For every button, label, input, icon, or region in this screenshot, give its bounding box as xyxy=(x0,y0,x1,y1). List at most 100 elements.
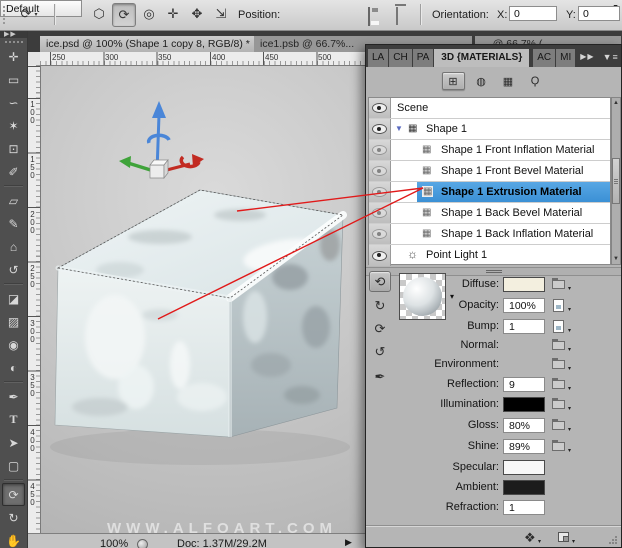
menu-arrow-icon[interactable]: ▾ xyxy=(572,538,575,545)
filter-materials-button[interactable]: ◍ xyxy=(471,73,492,89)
toolbox-grip[interactable] xyxy=(4,41,23,43)
tool-gradient[interactable]: ▨ xyxy=(2,310,25,333)
texture-folder-icon[interactable] xyxy=(552,440,565,451)
texture-menu-arrow-icon[interactable]: ▾ xyxy=(568,327,571,334)
orientation-x-input[interactable] xyxy=(509,6,557,21)
tab-paths[interactable]: PA xyxy=(412,49,434,67)
visibility-eye-icon[interactable] xyxy=(372,208,387,218)
scene-row-scene[interactable]: Scene xyxy=(369,98,610,119)
return-to-initial-button[interactable]: ⬡ xyxy=(88,3,110,25)
tool-lasso[interactable]: ∽ xyxy=(2,91,25,114)
filter-lights-button[interactable]: Ϙ xyxy=(525,73,546,89)
adobe-drive-icon[interactable] xyxy=(137,539,148,548)
texture-folder-icon[interactable] xyxy=(552,378,565,389)
panel-menu-icon[interactable]: ▼≡ xyxy=(599,52,622,67)
new-item-icon[interactable] xyxy=(558,532,569,542)
tab-mini-bridge[interactable]: MI xyxy=(556,49,576,67)
tool-move[interactable]: ✛ xyxy=(2,45,25,68)
texture-file-icon[interactable] xyxy=(553,299,564,312)
expander-icon[interactable]: ▼ xyxy=(395,124,403,133)
tool-pen[interactable]: ✒ xyxy=(2,385,25,408)
visibility-eye-icon[interactable] xyxy=(372,124,387,134)
tool-history-brush[interactable]: ↺ xyxy=(2,258,25,281)
texture-menu-arrow-icon[interactable]: ▾ xyxy=(568,385,571,392)
texture-folder-icon[interactable] xyxy=(552,398,565,409)
3d-axis-widget[interactable] xyxy=(119,101,204,179)
tool-crop[interactable]: ⊡ xyxy=(2,137,25,160)
texture-menu-arr-icon[interactable]: ▾ xyxy=(568,405,571,412)
delete-position-button[interactable] xyxy=(396,7,398,25)
status-flyout-icon[interactable]: ▶ xyxy=(345,537,352,548)
texture-folder-icon[interactable] xyxy=(552,339,565,350)
tool-hand[interactable]: ✋ xyxy=(2,529,25,548)
illumination-color-swatch[interactable] xyxy=(503,397,545,412)
tool-clone-stamp[interactable]: ⌂ xyxy=(2,235,25,258)
tool-blur[interactable]: ◉ xyxy=(2,333,25,356)
scene-row-point-light-1[interactable]: ☼ Point Light 1 xyxy=(369,245,610,266)
tool-path-select[interactable]: ➤ xyxy=(2,431,25,454)
tool-magic-wand[interactable]: ✶ xyxy=(2,114,25,137)
texture-folder-icon[interactable] xyxy=(552,358,565,369)
orientation-y-input[interactable] xyxy=(578,6,620,21)
tool-dodge[interactable]: ◐ xyxy=(2,356,25,379)
visibility-eye-icon[interactable] xyxy=(372,250,387,261)
toolbox-collapse-button[interactable]: ▶▶ xyxy=(0,30,27,38)
visibility-eye-icon[interactable] xyxy=(372,187,387,197)
tab-actions[interactable]: AC xyxy=(533,49,556,67)
texture-menu-arrow-icon[interactable]: ▾ xyxy=(568,365,571,372)
vertical-ruler[interactable]: 100 150 200 250 300 350 400 450 500 xyxy=(27,65,41,533)
scene-scrollbar[interactable]: ▲ ▼ xyxy=(611,97,621,265)
scene-row-front-inflation-material[interactable]: ▦ Shape 1 Front Inflation Material xyxy=(369,140,610,161)
tool-shape[interactable]: ▢ xyxy=(2,454,25,477)
tool-eyedropper[interactable]: ✐ xyxy=(2,160,25,183)
roll-3d-object-button[interactable]: ◎ xyxy=(138,3,160,25)
panel-resize-grip[interactable] xyxy=(609,535,618,544)
visibility-eye-icon[interactable] xyxy=(372,103,387,113)
scroll-down-icon[interactable]: ▼ xyxy=(612,256,620,262)
visibility-eye-icon[interactable] xyxy=(372,229,387,239)
shine-input[interactable] xyxy=(503,439,545,454)
scene-row-back-bevel-material[interactable]: ▦ Shape 1 Back Bevel Material xyxy=(369,203,610,224)
scene-row-extrusion-material[interactable]: ▦ Shape 1 Extrusion Material xyxy=(369,182,610,203)
filter-meshes-button[interactable]: ▦ xyxy=(498,73,519,89)
save-position-button[interactable] xyxy=(368,7,370,26)
tab-channels[interactable]: CH xyxy=(389,49,412,67)
texture-menu-arrow-icon[interactable]: ▾ xyxy=(568,346,571,353)
texture-folder-icon[interactable] xyxy=(552,278,565,289)
ambient-color-swatch[interactable] xyxy=(503,480,545,495)
bump-input[interactable] xyxy=(503,319,545,334)
scene-row-front-bevel-material[interactable]: ▦ Shape 1 Front Bevel Material xyxy=(369,161,610,182)
tab-3d-materials[interactable]: 3D {MATERIALS} xyxy=(434,49,530,67)
filter-whole-scene-button[interactable]: ⊞ xyxy=(441,72,465,90)
tool-eraser[interactable]: ◪ xyxy=(2,287,25,310)
scale-3d-object-button[interactable]: ⇲ xyxy=(210,3,232,25)
scroll-up-icon[interactable]: ▲ xyxy=(612,100,620,106)
visibility-eye-icon[interactable] xyxy=(372,166,387,176)
texture-folder-icon[interactable] xyxy=(552,419,565,430)
opacity-input[interactable] xyxy=(503,298,545,313)
texture-menu-arrow-icon[interactable]: ▾ xyxy=(568,306,571,313)
refraction-input[interactable] xyxy=(503,500,545,515)
scene-row-back-inflation-material[interactable]: ▦ Shape 1 Back Inflation Material xyxy=(369,224,610,245)
tool-marquee[interactable]: ▭ xyxy=(2,68,25,91)
tool-preset-button[interactable]: ⟳ ▾ xyxy=(14,3,44,25)
tool-3d-orbit[interactable]: ↻ xyxy=(2,506,25,529)
rotate-3d-object-button[interactable]: ⟳ xyxy=(112,3,136,27)
ruler-corner[interactable] xyxy=(27,52,41,66)
tab-ice-psd[interactable]: ice.psd @ 100% (Shape 1 copy 8, RGB/8) *… xyxy=(40,36,276,52)
scroll-thumb[interactable] xyxy=(612,158,620,204)
zoom-level[interactable]: 100% xyxy=(100,538,128,548)
materials-menu-icon[interactable]: ❖ xyxy=(524,530,536,546)
gloss-input[interactable] xyxy=(503,418,545,433)
texture-menu-arrow-icon[interactable]: ▾ xyxy=(568,447,571,454)
slide-3d-object-button[interactable]: ✥ xyxy=(186,3,208,25)
menu-arrow-icon[interactable]: ▾ xyxy=(538,538,541,545)
scene-row-shape-1[interactable]: ▼ ▦ Shape 1 xyxy=(369,119,610,140)
tab-overflow-icon[interactable]: ▶▶ xyxy=(576,52,598,67)
tool-healing-brush[interactable]: ▱ xyxy=(2,189,25,212)
tab-layers[interactable]: LA xyxy=(368,49,389,67)
texture-menu-arrow-icon[interactable]: ▾ xyxy=(568,285,571,292)
specular-color-swatch[interactable] xyxy=(503,460,545,475)
visibility-eye-icon[interactable] xyxy=(372,145,387,155)
pan-3d-object-button[interactable]: ✛ xyxy=(162,3,184,25)
